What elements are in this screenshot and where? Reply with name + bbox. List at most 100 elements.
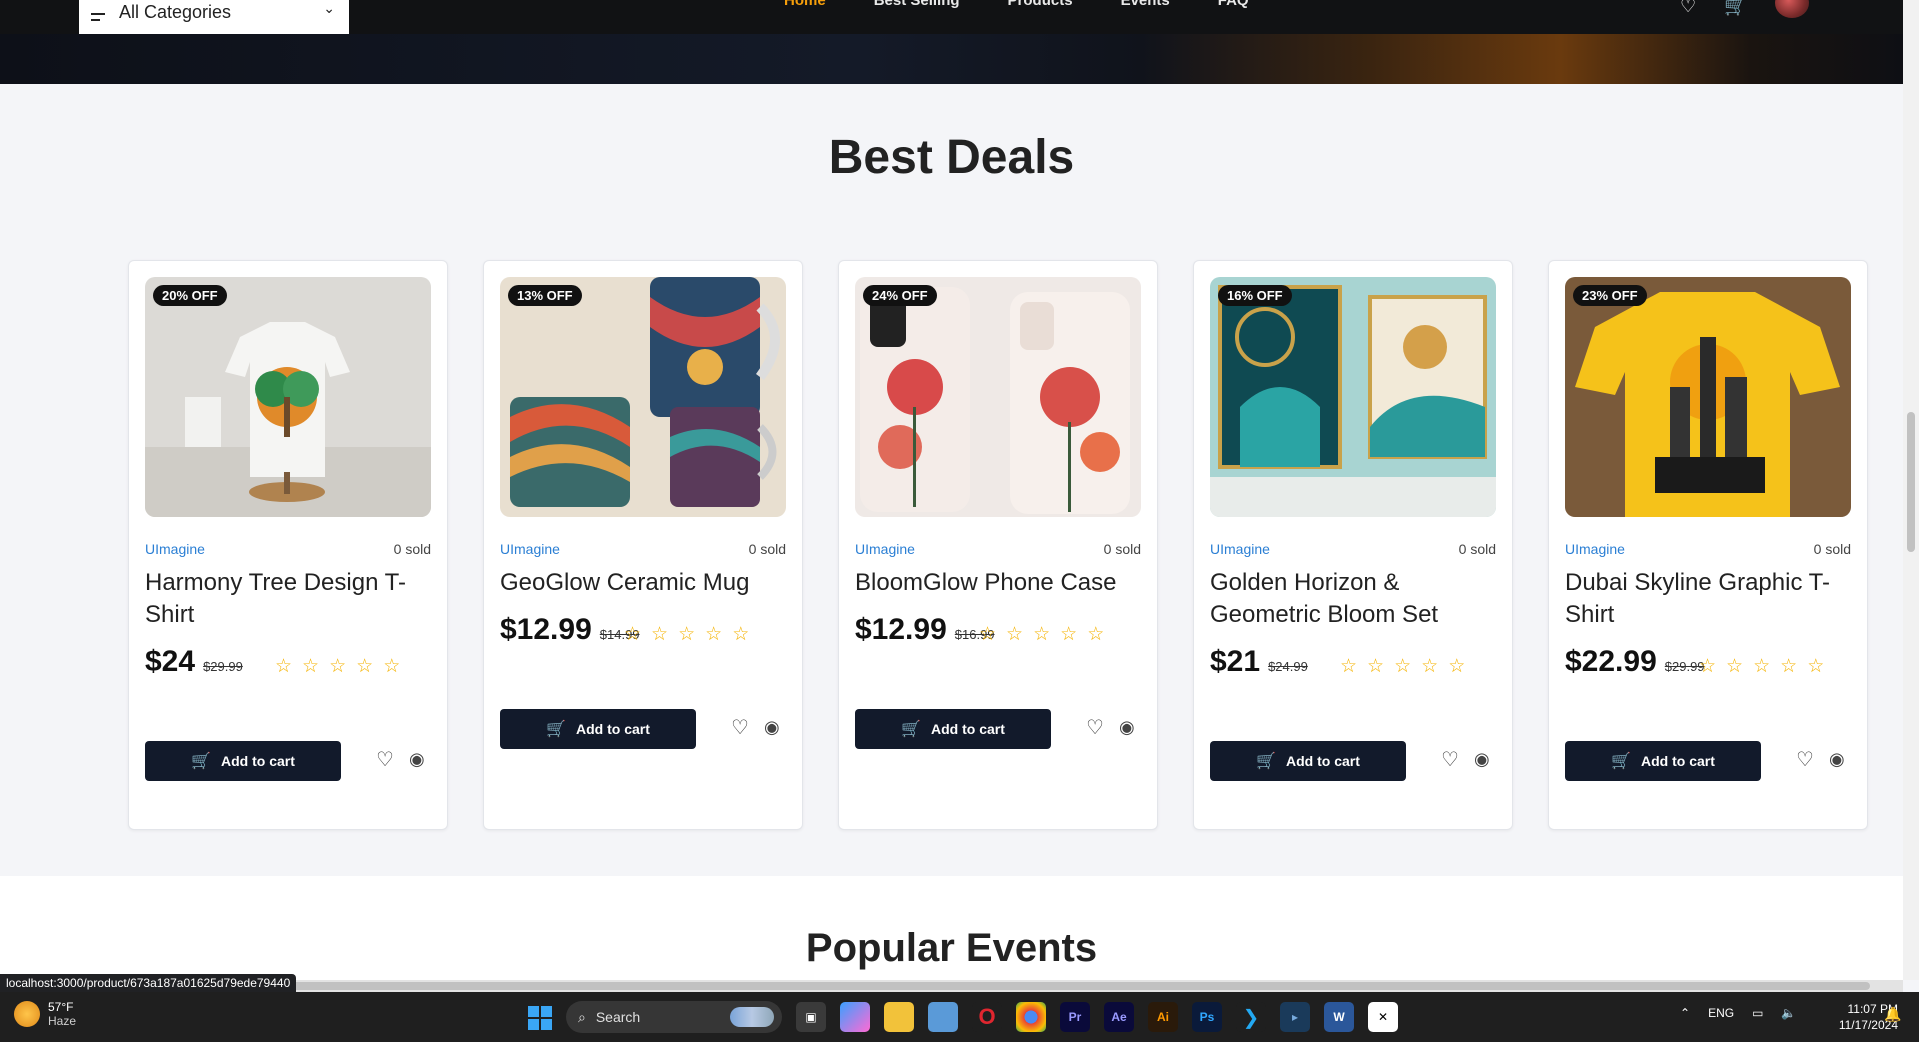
star-icon: ☆ <box>1726 656 1744 677</box>
star-icon: ☆ <box>1753 656 1771 677</box>
eye-icon[interactable]: ◉ <box>1474 749 1490 770</box>
heart-icon[interactable]: ♡ <box>731 715 749 740</box>
popular-events-section: Popular Events <box>0 876 1903 980</box>
photos-icon[interactable] <box>928 1002 958 1032</box>
star-icon: ☆ <box>705 624 723 645</box>
word-icon[interactable]: W <box>1324 1002 1354 1032</box>
add-to-cart-button[interactable]: 🛒 Add to cart <box>145 741 341 781</box>
discount-badge: 20% OFF <box>153 285 227 306</box>
shop-name-link[interactable]: UImagine <box>1210 541 1270 557</box>
illustrator-icon[interactable]: Ai <box>1148 1002 1178 1032</box>
price-row: $24 $29.99 <box>145 645 243 679</box>
taskbar-apps: ▣ O Pr Ae Ai Ps ❯ ▸ W ✕ <box>796 1002 1398 1032</box>
product-image-dubai-tshirt[interactable] <box>1565 277 1851 517</box>
product-name[interactable]: Dubai Skyline Graphic T-Shirt <box>1565 567 1855 631</box>
add-to-cart-label: Add to cart <box>221 753 295 769</box>
shop-name-link[interactable]: UImagine <box>855 541 915 557</box>
star-icon: ☆ <box>383 656 401 677</box>
discount-badge: 23% OFF <box>1573 285 1647 306</box>
eye-icon[interactable]: ◉ <box>1829 749 1845 770</box>
product-name[interactable]: Golden Horizon & Geometric Bloom Set <box>1210 567 1500 631</box>
product-name[interactable]: Harmony Tree Design T-Shirt <box>145 567 435 631</box>
eye-icon[interactable]: ◉ <box>764 717 780 738</box>
original-price: $24.99 <box>1268 659 1308 674</box>
categories-dropdown[interactable]: All Categories ⌄ <box>79 0 349 34</box>
chevron-down-icon: ⌄ <box>323 0 335 16</box>
star-icon: ☆ <box>1421 656 1439 677</box>
shop-name-link[interactable]: UImagine <box>1565 541 1625 557</box>
taskbar-search[interactable]: ⌕ Search <box>566 1001 782 1033</box>
star-icon: ☆ <box>678 624 696 645</box>
wishlist-heart-icon[interactable]: ♡ <box>1680 0 1696 17</box>
after-effects-icon[interactable]: Ae <box>1104 1002 1134 1032</box>
section-title: Best Deals <box>828 131 1075 184</box>
product-name[interactable]: GeoGlow Ceramic Mug <box>500 567 790 599</box>
discount-badge: 16% OFF <box>1218 285 1292 306</box>
add-to-cart-button[interactable]: 🛒 Add to cart <box>500 709 696 749</box>
star-icon: ☆ <box>1340 656 1358 677</box>
opera-icon[interactable]: O <box>972 1002 1002 1032</box>
network-icon[interactable]: ▭ <box>1752 1006 1763 1020</box>
cart-icon: 🛒 <box>191 753 212 770</box>
chevron-up-icon[interactable]: ⌃ <box>1680 1006 1690 1020</box>
avatar[interactable] <box>1774 0 1809 18</box>
eye-icon[interactable]: ◉ <box>1119 717 1135 738</box>
cart-icon[interactable]: 🛒 <box>1724 0 1746 17</box>
product-card[interactable]: 20% OFF UImagine 0 sold Harmony Tree Des… <box>128 260 448 830</box>
vertical-scrollbar[interactable] <box>1903 0 1919 980</box>
weather-widget[interactable]: 57°F Haze <box>14 1000 76 1028</box>
product-image-ceramic-mug[interactable] <box>500 277 786 517</box>
heart-icon[interactable]: ♡ <box>1796 747 1814 772</box>
shop-name-link[interactable]: UImagine <box>500 541 560 557</box>
product-image-phone-case[interactable] <box>855 277 1141 517</box>
scrollbar-thumb[interactable] <box>1907 412 1915 552</box>
eye-icon[interactable]: ◉ <box>409 749 425 770</box>
rating-stars: ☆ ☆ ☆ ☆ ☆ <box>1340 655 1465 678</box>
product-card[interactable]: 24% OFF UImagine 0 sold BloomGlow Phone … <box>838 260 1158 830</box>
vscode-icon[interactable]: ❯ <box>1236 1002 1266 1032</box>
status-bar-url: localhost:3000/product/673a187a01625d79e… <box>0 974 297 992</box>
cart-icon: 🛒 <box>1256 753 1277 770</box>
volume-icon[interactable]: 🔈 <box>1781 1006 1796 1020</box>
nav-events[interactable]: Events <box>1121 0 1170 9</box>
language-indicator[interactable]: ENG <box>1708 1006 1734 1020</box>
product-name[interactable]: BloomGlow Phone Case <box>855 567 1145 599</box>
heart-icon[interactable]: ♡ <box>1441 747 1459 772</box>
add-to-cart-button[interactable]: 🛒 Add to cart <box>855 709 1051 749</box>
copilot-icon[interactable] <box>840 1002 870 1032</box>
notification-bell-icon[interactable]: 🔔 <box>1884 1006 1901 1023</box>
heart-icon[interactable]: ♡ <box>1086 715 1104 740</box>
premiere-pro-icon[interactable]: Pr <box>1060 1002 1090 1032</box>
popular-events-title: Popular Events <box>805 926 1098 970</box>
product-card[interactable]: 16% OFF UImagine 0 sold Golden Horizon &… <box>1193 260 1513 830</box>
scrollbar-thumb[interactable] <box>290 982 1870 990</box>
star-icon: ☆ <box>302 656 320 677</box>
product-card[interactable]: 23% OFF UImagine 0 sold Dubai Skyline Gr… <box>1548 260 1868 830</box>
heart-icon[interactable]: ♡ <box>376 747 394 772</box>
nav-faq[interactable]: FAQ <box>1218 0 1249 9</box>
add-to-cart-button[interactable]: 🛒 Add to cart <box>1565 741 1761 781</box>
terminal-icon[interactable]: ▸ <box>1280 1002 1310 1032</box>
product-card[interactable]: 13% OFF UImagine 0 sold GeoGlow Ceramic … <box>483 260 803 830</box>
add-to-cart-button[interactable]: 🛒 Add to cart <box>1210 741 1406 781</box>
product-image-tshirt-tree[interactable] <box>145 277 431 517</box>
rating-stars: ☆ ☆ ☆ ☆ ☆ <box>979 623 1104 646</box>
capcut-icon[interactable]: ✕ <box>1368 1002 1398 1032</box>
search-placeholder: Search <box>595 1009 641 1025</box>
windows-start-icon[interactable] <box>528 1006 552 1030</box>
file-explorer-icon[interactable] <box>884 1002 914 1032</box>
hero-banner-strip <box>0 34 1903 84</box>
star-icon: ☆ <box>1448 656 1466 677</box>
add-to-cart-label: Add to cart <box>1641 753 1715 769</box>
photoshop-icon[interactable]: Ps <box>1192 1002 1222 1032</box>
product-image-art-prints[interactable] <box>1210 277 1496 517</box>
nav-home[interactable]: Home <box>784 0 826 9</box>
nav-best-selling[interactable]: Best Selling <box>874 0 960 9</box>
weather-desc: Haze <box>48 1014 77 1028</box>
chrome-icon[interactable] <box>1016 1002 1046 1032</box>
star-icon: ☆ <box>1780 656 1798 677</box>
nav-products[interactable]: Products <box>1008 0 1073 9</box>
task-view-icon[interactable]: ▣ <box>796 1002 826 1032</box>
shop-name-link[interactable]: UImagine <box>145 541 205 557</box>
star-icon: ☆ <box>1367 656 1385 677</box>
